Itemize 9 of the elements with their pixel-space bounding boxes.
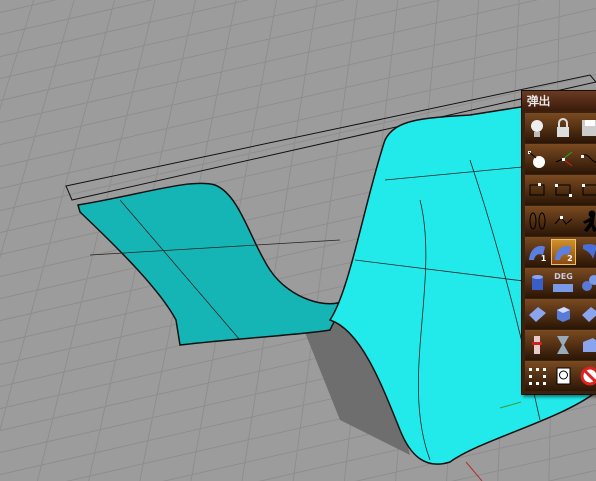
popup-title: 弹出 — [522, 91, 596, 111]
toolbar-button[interactable]: 2 — [551, 239, 576, 265]
dots-icon — [526, 365, 548, 387]
axis-line — [500, 402, 522, 408]
no-sign-icon — [578, 365, 596, 387]
bar-icon — [552, 284, 574, 292]
walker-icon — [582, 210, 596, 232]
toolbar-button[interactable]: 1 — [525, 239, 550, 265]
axis-line — [466, 462, 482, 481]
